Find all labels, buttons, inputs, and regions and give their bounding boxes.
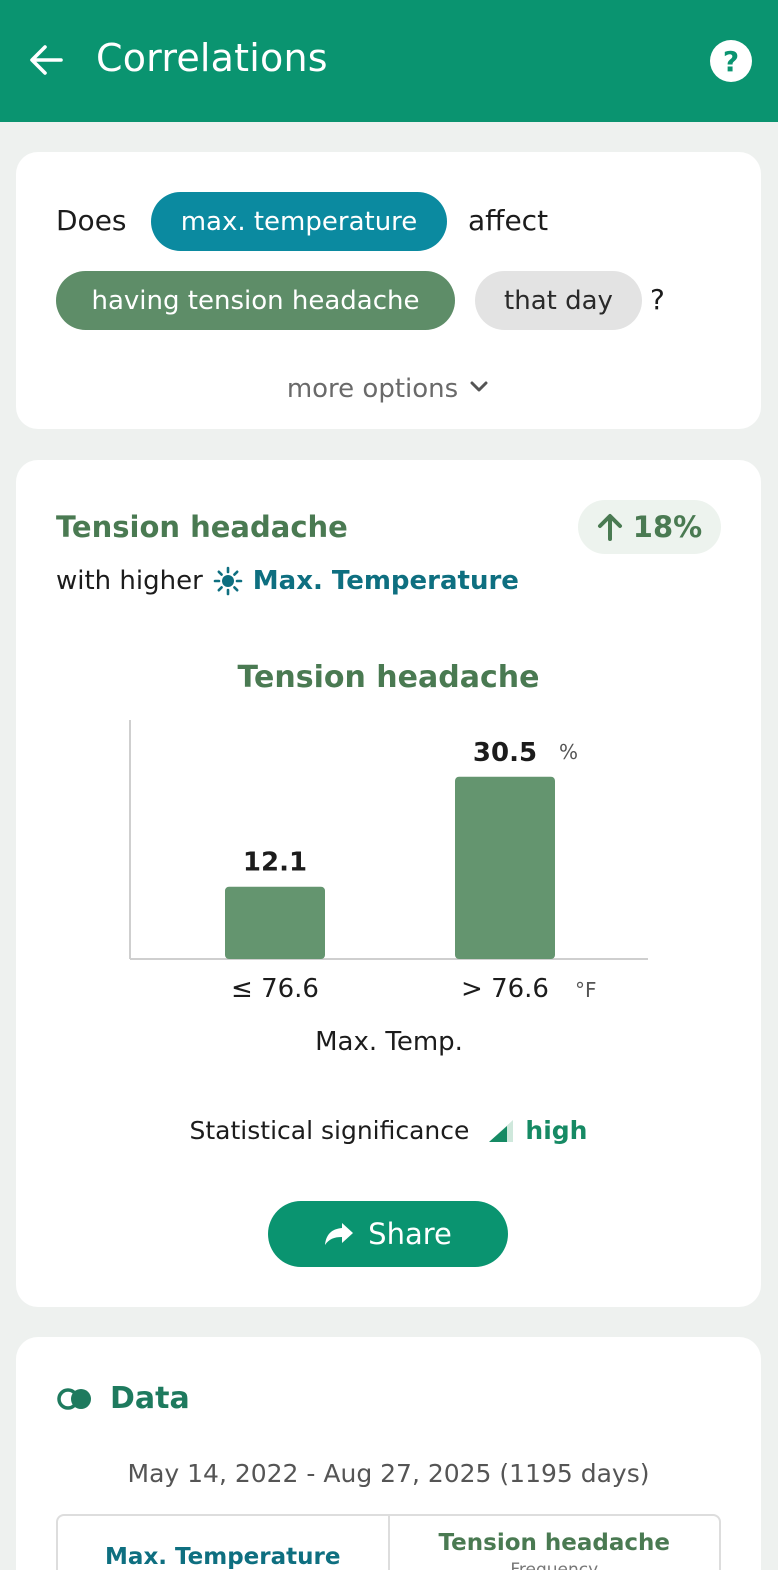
x-tick-label: ≤ 76.6 bbox=[231, 974, 319, 1004]
result-subtitle: with higher Max. Temperature bbox=[56, 566, 519, 596]
data-header: Data bbox=[56, 1381, 190, 1416]
query-prefix: Does bbox=[56, 204, 127, 237]
significance-label: Statistical significance bbox=[189, 1116, 470, 1145]
app-bar: Correlations ? bbox=[0, 0, 778, 122]
significance-value: high bbox=[525, 1116, 588, 1145]
data-title: Data bbox=[110, 1381, 190, 1416]
sun-icon bbox=[213, 566, 243, 596]
subtitle-factor: Max. Temperature bbox=[252, 566, 519, 596]
arrow-left-icon bbox=[30, 45, 63, 75]
significance-row: Statistical significance high bbox=[16, 1116, 761, 1145]
more-options-label: more options bbox=[286, 374, 459, 404]
col-header-factor: Max. Temperature bbox=[105, 1544, 341, 1570]
data-card: Data May 14, 2022 - Aug 27, 2025 (1195 d… bbox=[16, 1337, 761, 1570]
more-options-button[interactable]: more options bbox=[16, 374, 761, 405]
data-icon bbox=[57, 1387, 91, 1410]
x-tick-label: > 76.6 bbox=[461, 974, 549, 1004]
back-button[interactable] bbox=[26, 40, 66, 80]
query-verb: affect bbox=[468, 204, 549, 237]
change-badge: 18% bbox=[578, 500, 721, 554]
query-card: Does max. temperature affect having tens… bbox=[16, 152, 761, 429]
help-icon: ? bbox=[722, 44, 740, 78]
bar-chart: 12.1 ≤ 76.6 30.5 % > 76.6 °F Max. Temp. bbox=[129, 720, 648, 1057]
bar-value-label: 12.1 bbox=[243, 848, 307, 878]
chart-title: Tension headache bbox=[237, 660, 540, 695]
share-button[interactable]: Share bbox=[268, 1201, 508, 1267]
symptom-chip[interactable]: having tension headache bbox=[56, 271, 455, 330]
result-card: Tension headache 18% with higher Max. Te… bbox=[16, 460, 761, 1307]
signal-strength-icon bbox=[489, 1119, 514, 1142]
value-unit-label: % bbox=[559, 740, 578, 764]
bar-1 bbox=[225, 886, 325, 959]
col-subheader-frequency: Frequency bbox=[510, 1560, 599, 1570]
subtitle-prefix: with higher bbox=[56, 566, 203, 596]
bar-2 bbox=[455, 776, 555, 959]
share-label: Share bbox=[368, 1217, 452, 1251]
factor-chip[interactable]: max. temperature bbox=[151, 192, 447, 251]
table-col-factor: Max. Temperature bbox=[58, 1516, 388, 1570]
time-chip[interactable]: that day bbox=[475, 271, 642, 330]
bar-value-label: 30.5 bbox=[473, 738, 537, 768]
result-title: Tension headache bbox=[56, 510, 348, 544]
data-table: Max. Temperature Tension headache Freque… bbox=[56, 1514, 721, 1570]
chevron-down-icon bbox=[468, 375, 490, 405]
share-arrow-icon bbox=[325, 1223, 354, 1245]
help-button[interactable]: ? bbox=[710, 40, 752, 82]
query-suffix: ? bbox=[650, 283, 665, 316]
x-axis-title: Max. Temp. bbox=[315, 1027, 463, 1057]
page-title: Correlations bbox=[96, 36, 328, 80]
date-range: May 14, 2022 - Aug 27, 2025 (1195 days) bbox=[127, 1459, 650, 1488]
x-unit-label: °F bbox=[575, 978, 597, 1002]
col-header-symptom: Tension headache bbox=[438, 1530, 670, 1556]
change-value: 18% bbox=[632, 510, 703, 544]
table-col-symptom: Tension headache Frequency bbox=[387, 1516, 720, 1570]
arrow-up-icon bbox=[597, 514, 622, 541]
